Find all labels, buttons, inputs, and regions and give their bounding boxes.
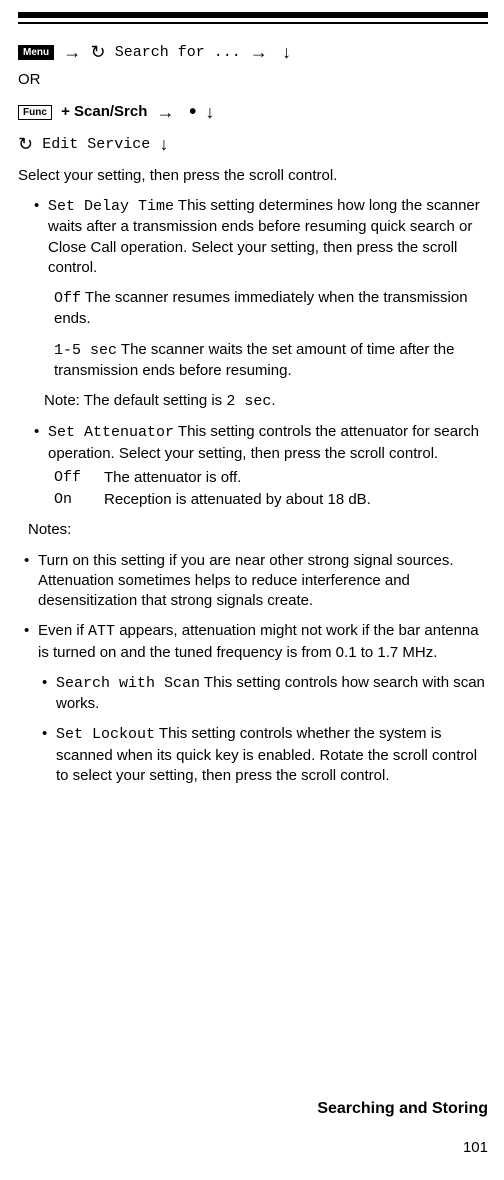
item-set-lockout: • Set Lockout This setting controls whet…: [42, 724, 488, 786]
note-text: Even if ATT appears, attenuation might n…: [38, 621, 488, 663]
top-rule-thick: [18, 12, 488, 18]
arrow-right-icon: →: [250, 42, 268, 62]
bullet-icon: •: [42, 724, 56, 786]
bullet-icon: •: [24, 621, 38, 663]
delay-sec-option: 1-5 sec The scanner waits the set amount…: [54, 340, 488, 382]
option-text: Reception is attenuated by about 18 dB.: [104, 490, 488, 510]
nav-search-label: Search for ...: [115, 44, 241, 61]
item-label: Set Lockout: [56, 726, 155, 743]
refresh-icon: ↻: [90, 43, 105, 61]
or-separator: OR: [18, 70, 488, 90]
option-text: The scanner resumes immediately when the…: [54, 289, 468, 327]
item-set-attenuator: • Set Attenuator This setting controls t…: [34, 422, 488, 464]
intro-text: Select your setting, then press the scro…: [18, 166, 488, 186]
note-text: Turn on this setting if you are near oth…: [38, 551, 488, 612]
item-label: Set Attenuator: [48, 424, 174, 441]
option-label: 1-5 sec: [54, 342, 117, 359]
refresh-icon: ↻: [18, 135, 33, 153]
attenuator-on-option: On Reception is attenuated by about 18 d…: [54, 490, 488, 510]
notes-header: Notes:: [28, 520, 488, 540]
func-button[interactable]: Func: [18, 105, 52, 120]
nav-line-1: Menu → ↻ Search for ... → ↓: [18, 40, 488, 64]
arrow-down-icon: ↓: [205, 102, 214, 122]
edit-service-label: Edit Service: [42, 136, 150, 153]
top-rule-thin: [18, 22, 488, 24]
dot-icon: •: [184, 101, 197, 123]
item-set-delay-time: • Set Delay Time This setting determines…: [34, 196, 488, 278]
note-2: • Even if ATT appears, attenuation might…: [24, 621, 488, 663]
arrow-down-icon: ↓: [159, 134, 168, 154]
arrow-down-icon: ↓: [277, 42, 291, 62]
option-label: Off: [54, 290, 81, 307]
option-label: Off: [54, 468, 104, 488]
menu-button[interactable]: Menu: [18, 45, 54, 60]
item-search-with-scan: • Search with Scan This setting controls…: [42, 673, 488, 715]
bullet-icon: •: [24, 551, 38, 612]
scan-srch-label: Scan/Srch: [74, 103, 147, 120]
note-1: • Turn on this setting if you are near o…: [24, 551, 488, 612]
bullet-icon: •: [34, 422, 48, 464]
nav-line-2: Func + Scan/Srch → • ↓: [18, 99, 488, 126]
item-label: Set Delay Time: [48, 198, 174, 215]
delay-note: Note: The default setting is 2 sec.: [44, 391, 488, 412]
arrow-right-icon: →: [63, 42, 81, 62]
section-title: Searching and Storing: [317, 1098, 488, 1120]
plus-label: + Scan/Srch: [61, 103, 147, 120]
bullet-icon: •: [34, 196, 48, 278]
attenuator-off-option: Off The attenuator is off.: [54, 468, 488, 488]
option-text: The attenuator is off.: [104, 468, 488, 488]
page-number: 101: [463, 1138, 488, 1158]
option-label: On: [54, 490, 104, 510]
arrow-right-icon: →: [157, 102, 175, 122]
nav-line-3: ↻ Edit Service ↓: [18, 132, 488, 156]
item-label: Search with Scan: [56, 675, 200, 692]
delay-off-option: Off The scanner resumes immediately when…: [54, 288, 488, 330]
bullet-icon: •: [42, 673, 56, 715]
